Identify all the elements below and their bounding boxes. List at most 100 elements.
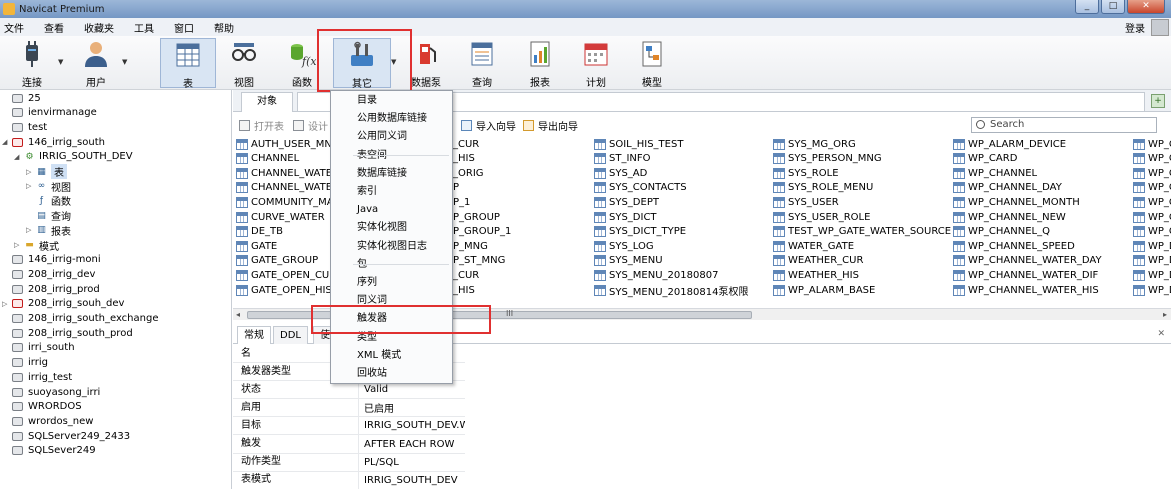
table-item[interactable]: WP_C bbox=[1133, 181, 1171, 195]
table-item[interactable]: SYS_MENU_20180807 bbox=[594, 268, 718, 282]
table-item[interactable]: GATE_GROUP bbox=[236, 254, 318, 268]
table-item[interactable]: WP_C bbox=[1133, 195, 1171, 209]
table-item[interactable]: DE_TB bbox=[236, 225, 283, 239]
tab-general[interactable]: 常规 bbox=[237, 326, 271, 344]
table-item[interactable]: WP_CHANNEL_MONTH bbox=[953, 195, 1080, 209]
menu-item[interactable]: 实体化视图 bbox=[357, 220, 407, 236]
tree-item[interactable]: SQLServer249_2433 bbox=[2, 429, 130, 443]
table-item[interactable]: WP_CHANNEL_SPEED bbox=[953, 239, 1075, 253]
table-item[interactable]: SYS_ROLE_MENU bbox=[773, 181, 873, 195]
table-item[interactable]: WP_D bbox=[1133, 283, 1171, 297]
menu-item[interactable]: 序列 bbox=[357, 275, 377, 291]
table-item[interactable]: SYS_AD bbox=[594, 166, 647, 180]
tree-toggle-icon[interactable]: ▷ bbox=[26, 168, 34, 176]
search-input[interactable]: Search bbox=[971, 117, 1157, 133]
tree-item[interactable]: ▤ 查询 bbox=[26, 209, 71, 224]
open-table-button[interactable]: 打开表 bbox=[239, 118, 284, 133]
maximize-button[interactable]: □ bbox=[1101, 0, 1125, 14]
table-item[interactable]: WP_C bbox=[1133, 225, 1171, 239]
menu-tools[interactable]: 工具 bbox=[130, 20, 164, 35]
table-item[interactable]: SYS_DICT_TYPE bbox=[594, 225, 686, 239]
table-item[interactable]: WP_C bbox=[1133, 210, 1171, 224]
menu-help[interactable]: 帮助 bbox=[210, 20, 244, 35]
table-item[interactable]: WP_ALARM_BASE bbox=[773, 283, 875, 297]
tree-item[interactable]: ▷ 208_irrig_souh_dev bbox=[2, 297, 124, 311]
login-link[interactable]: 登录 bbox=[1125, 20, 1145, 35]
import-wizard-button[interactable]: 导入向导 bbox=[461, 118, 516, 133]
menu-file[interactable]: 文件 bbox=[0, 20, 34, 35]
table-item[interactable]: GATE bbox=[236, 239, 277, 253]
tree-item[interactable]: 208_irrig_south_exchange bbox=[2, 312, 158, 326]
menu-item[interactable]: XML 模式 bbox=[357, 348, 401, 364]
table-item[interactable]: SYS_PERSON_MNG bbox=[773, 152, 882, 166]
tree-toggle-icon[interactable]: ▷ bbox=[2, 300, 10, 308]
view-button[interactable]: 视图 bbox=[222, 38, 266, 89]
tree-item[interactable]: irrig bbox=[2, 356, 48, 370]
connect-dropdown-arrow[interactable]: ▼ bbox=[58, 58, 63, 66]
table-item[interactable]: WP_CHANNEL_WATER_DIF bbox=[953, 268, 1098, 282]
table-item[interactable]: WP_CHANNEL_WATER_DAY bbox=[953, 254, 1102, 268]
menu-item[interactable]: 数据库链接 bbox=[357, 166, 407, 182]
table-item[interactable]: SYS_CONTACTS bbox=[594, 181, 687, 195]
tree-item[interactable]: ▷ ▥ 报表 bbox=[26, 223, 71, 238]
table-item[interactable]: GATE_OPEN_HIS bbox=[236, 283, 332, 297]
table-item[interactable]: SYS_DEPT bbox=[594, 195, 659, 209]
user-button[interactable]: 用户 bbox=[74, 38, 118, 89]
table-item[interactable]: WP_D bbox=[1133, 268, 1171, 282]
table-item[interactable]: SYS_DICT bbox=[594, 210, 657, 224]
menu-item[interactable]: 实体化视图日志 bbox=[357, 239, 427, 255]
export-wizard-button[interactable]: 导出向导 bbox=[523, 118, 578, 133]
tree-item[interactable]: ◢ ⚙ IRRIG_SOUTH_DEV bbox=[14, 150, 133, 164]
avatar[interactable] bbox=[1151, 19, 1169, 36]
menu-favorites[interactable]: 收藏夹 bbox=[80, 20, 124, 35]
table-item[interactable]: SYS_LOG bbox=[594, 239, 654, 253]
table-item[interactable]: COMMUNITY_MA bbox=[236, 195, 334, 209]
menu-item[interactable]: Java bbox=[357, 202, 378, 218]
table-item[interactable]: CURVE_WATER bbox=[236, 210, 325, 224]
table-item[interactable]: WP_D bbox=[1133, 239, 1171, 253]
tree-item[interactable]: irri_south bbox=[2, 341, 75, 355]
close-button[interactable]: ✕ bbox=[1127, 0, 1165, 14]
table-item[interactable]: SYS_MENU bbox=[594, 254, 663, 268]
tree-toggle-icon[interactable]: ▷ bbox=[14, 241, 22, 249]
table-item[interactable]: WP_C bbox=[1133, 152, 1171, 166]
tree-item[interactable]: irrig_test bbox=[2, 370, 72, 384]
tree-toggle-icon[interactable]: ▷ bbox=[26, 226, 34, 234]
tree-toggle-icon[interactable]: ▷ bbox=[26, 182, 34, 190]
table-item[interactable]: WEATHER_HIS bbox=[773, 268, 859, 282]
table-item[interactable]: WP_CHANNEL_Q bbox=[953, 225, 1050, 239]
minimize-button[interactable]: _ bbox=[1075, 0, 1099, 14]
tree-item[interactable]: ▷ ∞ 视图 bbox=[26, 179, 71, 194]
tree-item[interactable]: ƒ 函数 bbox=[26, 194, 71, 209]
tree-item[interactable]: ◢ 146_irrig_south bbox=[2, 135, 105, 149]
tree-toggle-icon[interactable]: ◢ bbox=[14, 153, 22, 161]
tab-ddl[interactable]: DDL bbox=[273, 326, 308, 344]
table-item[interactable]: WP_CHANNEL_NEW bbox=[953, 210, 1066, 224]
scroll-left-icon[interactable]: ◂ bbox=[236, 310, 240, 319]
tree-toggle-icon[interactable]: ◢ bbox=[2, 138, 10, 146]
menu-item[interactable]: 目录 bbox=[357, 93, 377, 109]
connection-tree[interactable]: 25 ienvirmanage test ◢ 146_irrig_south ◢ ⚙ IRRI… bbox=[0, 90, 232, 489]
tree-item[interactable]: ▷ ▬ 模式 bbox=[14, 238, 59, 253]
tree-item[interactable]: 25 bbox=[2, 91, 41, 105]
user-dropdown-arrow[interactable]: ▼ bbox=[122, 58, 127, 66]
close-panel-icon[interactable]: ✕ bbox=[1157, 329, 1165, 339]
schedule-button[interactable]: 计划 bbox=[574, 38, 618, 89]
table-item[interactable]: SYS_USER_ROLE bbox=[773, 210, 870, 224]
table-item[interactable]: SYS_USER bbox=[773, 195, 839, 209]
datapump-button[interactable]: 数据泵 bbox=[408, 38, 444, 89]
tree-item[interactable]: ▷ ▦ 表 bbox=[26, 164, 67, 179]
table-button[interactable]: 表 bbox=[160, 38, 216, 90]
table-item[interactable]: SYS_MG_ORG bbox=[773, 137, 856, 151]
tree-item[interactable]: 146_irrig-moni bbox=[2, 253, 101, 267]
table-item[interactable]: WP_CHANNEL bbox=[953, 166, 1037, 180]
menu-item[interactable]: 公用同义词 bbox=[357, 129, 407, 145]
menu-view[interactable]: 查看 bbox=[40, 20, 74, 35]
new-tab-icon[interactable]: + bbox=[1151, 94, 1165, 108]
table-item[interactable]: AUTH_USER_MNG bbox=[236, 137, 340, 151]
menu-window[interactable]: 窗口 bbox=[170, 20, 204, 35]
connect-button[interactable]: 连接 bbox=[10, 38, 54, 89]
tree-item[interactable]: suoyasong_irri bbox=[2, 385, 100, 399]
tree-item[interactable]: WRORDOS bbox=[2, 400, 82, 414]
table-item[interactable]: WP_CARD bbox=[953, 152, 1017, 166]
